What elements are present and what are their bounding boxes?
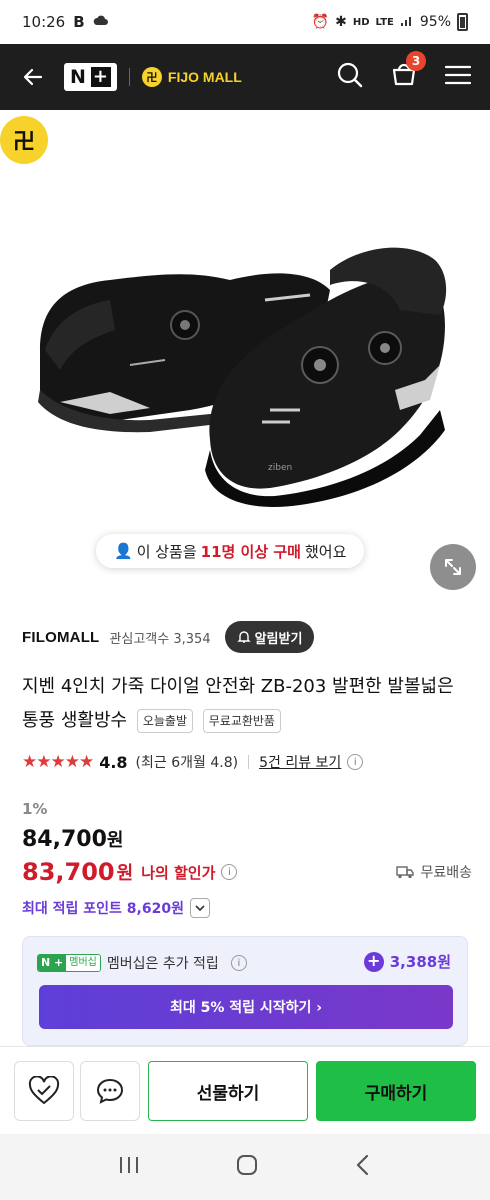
product-title: 지벤 4인치 가죽 다이얼 안전화 ZB-203 발편한 발볼넓은 통풍 생활방… (22, 670, 470, 738)
alarm-icon: ⏰ (311, 14, 330, 30)
rating-stars: ★★★★★ (22, 752, 94, 772)
notice-suffix: 했어요 (304, 542, 347, 561)
rating-separator (248, 755, 250, 769)
membership-box: N + 멤버십 멤버십은 추가 적립 i + 3,388원 최대 5% 적립 시… (22, 936, 468, 1046)
b-app-icon: B (73, 13, 85, 31)
chat-bubble-icon (96, 1078, 124, 1104)
points-row[interactable]: 최대 적립 포인트 8,620원 (22, 898, 210, 918)
cloud-icon (93, 13, 109, 31)
gift-button[interactable]: 선물하기 (148, 1061, 308, 1121)
battery-percent: 95% (419, 14, 451, 30)
my-price-row: 83,700 원 나의 할인가 i 무료배송 (22, 858, 472, 886)
status-bar: 10:26 B ⏰ ✱ HD LTE 95% (0, 0, 490, 44)
store-name[interactable]: FILOMALL (22, 629, 99, 646)
plus-circle-icon: + (363, 951, 384, 972)
store-row: FILOMALL 관심고객수 3,354 알림받기 (22, 620, 468, 654)
lte-label: LTE (375, 16, 394, 28)
bluetooth-icon: ✱ (335, 14, 347, 30)
expand-image-button[interactable] (430, 544, 476, 590)
chevron-down-icon[interactable] (189, 898, 210, 918)
my-price: 83,700 (22, 858, 115, 886)
back-icon[interactable] (353, 1153, 373, 1181)
nplus-membership-badge: N + 멤버십 (37, 954, 101, 972)
logo-divider (128, 68, 130, 86)
tag-today-ship: 오늘출발 (136, 709, 193, 733)
top-bar: N + 卍 FIJO MALL 3 (0, 44, 490, 110)
info-icon[interactable]: i (230, 955, 247, 971)
reviews-link[interactable]: 5건 리뷰 보기 (259, 752, 341, 772)
back-arrow-icon[interactable] (18, 62, 48, 92)
shipping-info: 무료배송 (396, 862, 472, 882)
rating-row: ★★★★★ 4.8 (최근 6개월 4.8) 5건 리뷰 보기 i (22, 752, 364, 772)
fijo-badge-icon: 卍 (141, 67, 162, 87)
notify-button[interactable]: 알림받기 (224, 621, 315, 653)
nplus-logo[interactable]: N + (64, 63, 117, 91)
menu-icon[interactable] (444, 63, 472, 91)
status-time: 10:26 (22, 13, 66, 31)
start-membership-button[interactable]: 최대 5% 적립 시작하기 › (39, 985, 453, 1029)
tag-free-return: 무료교환반품 (202, 709, 281, 733)
recent-apps-icon[interactable] (117, 1154, 141, 1180)
heart-check-icon (28, 1076, 60, 1105)
plus-icon: + (90, 66, 111, 87)
rating-recent: (최근 6개월 4.8) (135, 755, 239, 771)
purchase-count-notice: 👤 이 상품을 11명 이상 구매 했어요 (96, 534, 365, 568)
cart-button[interactable]: 3 (390, 51, 426, 93)
bottom-action-bar: 선물하기 구매하기 (0, 1046, 490, 1134)
talk-button[interactable] (80, 1061, 140, 1121)
fijo-brand-text: FIJO MALL (167, 69, 242, 85)
home-icon[interactable] (235, 1153, 259, 1181)
expand-icon (445, 559, 461, 575)
system-nav-bar (0, 1134, 490, 1200)
my-price-label: 나의 할인가 (141, 863, 216, 882)
membership-bonus: + 3,388원 (363, 951, 451, 972)
notice-highlight: 11명 이상 구매 (200, 542, 301, 561)
hd-label: HD (352, 16, 370, 28)
watchers-count: 관심고객수 3,354 (109, 631, 211, 647)
safety-shoes-image: ziben (38, 247, 447, 507)
membership-header: N + 멤버십 멤버십은 추가 적립 i (37, 953, 247, 973)
battery-icon (457, 13, 468, 31)
signal-icon (400, 13, 414, 31)
truck-icon (396, 866, 415, 879)
cart-count-badge: 3 (406, 51, 426, 71)
info-icon[interactable]: i (221, 864, 238, 880)
rating-score: 4.8 (99, 752, 128, 772)
notice-prefix: 이 상품을 (136, 542, 197, 561)
buy-button[interactable]: 구매하기 (316, 1061, 476, 1121)
search-icon[interactable] (336, 61, 364, 93)
bell-plus-icon (236, 631, 251, 643)
product-image[interactable]: 卍 ziben 👤 이 상품을 11명 이상 구매 했어요 (0, 110, 490, 600)
original-price: 84,700원 (22, 827, 124, 852)
my-price-won: 원 (116, 863, 134, 884)
membership-text: 멤버십은 추가 적립 (106, 956, 219, 972)
fijo-mall-logo[interactable]: 卍 FIJO MALL (141, 67, 242, 87)
discount-rate: 1% (22, 800, 48, 818)
person-icon: 👤 (114, 542, 133, 560)
info-icon[interactable]: i (347, 754, 364, 770)
points-text: 최대 적립 포인트 8,620원 (22, 901, 184, 917)
wishlist-button[interactable] (14, 1061, 74, 1121)
nplus-n: N (70, 66, 87, 88)
svg-text:ziben: ziben (268, 463, 292, 473)
